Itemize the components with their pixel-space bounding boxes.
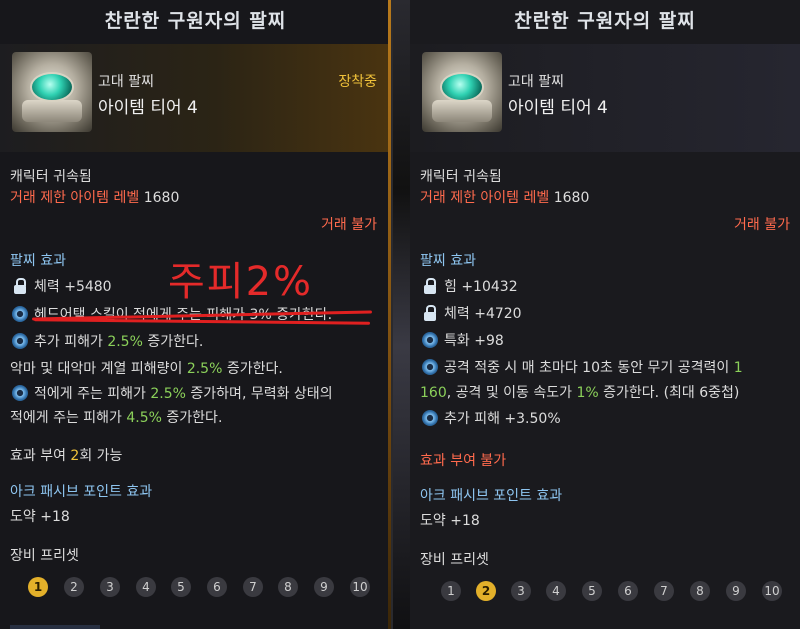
preset-list: 1 2 3 4 5 6 7 8 9 10 [0, 577, 391, 601]
effect-line: 체력 +5480 [12, 276, 112, 296]
effect-grant: 효과 부여 2회 가능 [10, 448, 123, 464]
preset-header: 장비 프리셋 [10, 548, 79, 564]
preset-button[interactable]: 8 [690, 581, 710, 601]
tooltip-panel-equipped: 찬란한 구원자의 팔찌 고대 팔찌 아이템 티어 4 장착중 캐릭터 귀속됨 거… [0, 0, 393, 629]
trade-limit: 거래 제한 아이템 레벨 1680 [420, 187, 589, 207]
next-section-peek [10, 625, 100, 629]
preset-button[interactable]: 9 [726, 581, 746, 601]
trade-limit-value: 1680 [143, 190, 180, 206]
trade-limit: 거래 제한 아이템 레벨 1680 [10, 187, 179, 207]
preset-button[interactable]: 5 [171, 577, 191, 597]
equipped-badge: 장착중 [338, 74, 377, 90]
item-header: 고대 팔찌 아이템 티어 4 [410, 44, 800, 152]
lock-icon [12, 278, 28, 294]
item-title: 찬란한 구원자의 팔찌 [104, 10, 287, 32]
preset-button[interactable]: 5 [582, 581, 602, 601]
preset-header: 장비 프리셋 [420, 552, 489, 568]
effect-line: 추가 피해 +3.50% [422, 408, 561, 428]
preset-button[interactable]: 1 [441, 581, 461, 601]
preset-button[interactable]: 4 [546, 581, 566, 601]
preset-button[interactable]: 3 [511, 581, 531, 601]
preset-button[interactable]: 8 [278, 577, 298, 597]
trade-limit-label: 거래 제한 아이템 레벨 [10, 190, 140, 206]
ark-passive-header: 아크 패시브 포인트 효과 [10, 484, 153, 500]
preset-button[interactable]: 1 [28, 577, 48, 597]
bound-status: 캐릭터 귀속됨 [420, 169, 502, 185]
preset-button[interactable]: 7 [654, 581, 674, 601]
swirl-icon [12, 385, 28, 401]
effect-line: 적에게 주는 피해가 4.5% 증가한다. [10, 410, 223, 426]
lock-icon [422, 278, 438, 294]
bracelet-icon [422, 52, 502, 132]
preset-button[interactable]: 4 [136, 577, 156, 597]
ark-passive-value: 도약 +18 [10, 509, 70, 525]
effect-line: 공격 적중 시 매 초마다 10초 동안 무기 공격력이 1 [422, 357, 743, 377]
item-header: 고대 팔찌 아이템 티어 4 장착중 [0, 44, 391, 152]
item-type: 고대 팔찌 [508, 74, 564, 90]
swirl-icon [12, 333, 28, 349]
trade-status: 거래 불가 [734, 217, 790, 233]
swirl-icon [422, 410, 438, 426]
effects-header: 팔찌 효과 [10, 253, 66, 269]
item-type: 고대 팔찌 [98, 74, 154, 90]
preset-list: 1 2 3 4 5 6 7 8 9 10 [410, 581, 800, 605]
preset-button[interactable]: 2 [476, 581, 496, 601]
trade-status: 거래 불가 [321, 217, 377, 233]
tooltip-panel-compare: 찬란한 구원자의 팔찌 고대 팔찌 아이템 티어 4 캐릭터 귀속됨 거래 제한… [410, 0, 800, 629]
ark-passive-header: 아크 패시브 포인트 효과 [420, 488, 563, 504]
item-tier: 아이템 티어 4 [508, 98, 608, 118]
handwritten-annotation: 주피2% [168, 259, 314, 305]
preset-button[interactable]: 6 [618, 581, 638, 601]
effect-line: 적에게 주는 피해가 2.5% 증가하며, 무력화 상태의 [12, 383, 333, 403]
preset-button[interactable]: 7 [243, 577, 263, 597]
effect-line: 힘 +10432 [422, 276, 518, 296]
effect-line: 추가 피해가 2.5% 증가한다. [12, 331, 203, 351]
preset-button[interactable]: 10 [762, 581, 782, 601]
swirl-icon [422, 359, 438, 375]
effects-header: 팔찌 효과 [420, 253, 476, 269]
preset-button[interactable]: 3 [100, 577, 120, 597]
swirl-icon [422, 332, 438, 348]
preset-button[interactable]: 9 [314, 577, 334, 597]
lock-icon [422, 305, 438, 321]
item-title: 찬란한 구원자의 팔찌 [514, 10, 696, 32]
preset-button[interactable]: 10 [350, 577, 370, 597]
effect-line: 특화 +98 [422, 330, 504, 350]
effect-line: 체력 +4720 [422, 303, 522, 323]
background-strip [393, 0, 410, 629]
effect-line: 160, 공격 및 이동 속도가 1% 증가한다. (최대 6중첩) [420, 385, 740, 401]
trade-limit-label: 거래 제한 아이템 레벨 [420, 190, 550, 206]
ark-passive-value: 도약 +18 [420, 513, 480, 529]
item-tier: 아이템 티어 4 [98, 98, 198, 118]
preset-button[interactable]: 2 [64, 577, 84, 597]
trade-limit-value: 1680 [553, 190, 590, 206]
preset-button[interactable]: 6 [207, 577, 227, 597]
effect-line: 악마 및 대악마 계열 피해량이 2.5% 증가한다. [10, 361, 283, 377]
swirl-icon [12, 306, 28, 322]
bound-status: 캐릭터 귀속됨 [10, 169, 92, 185]
bracelet-icon [12, 52, 92, 132]
effect-grant: 효과 부여 불가 [420, 453, 507, 469]
